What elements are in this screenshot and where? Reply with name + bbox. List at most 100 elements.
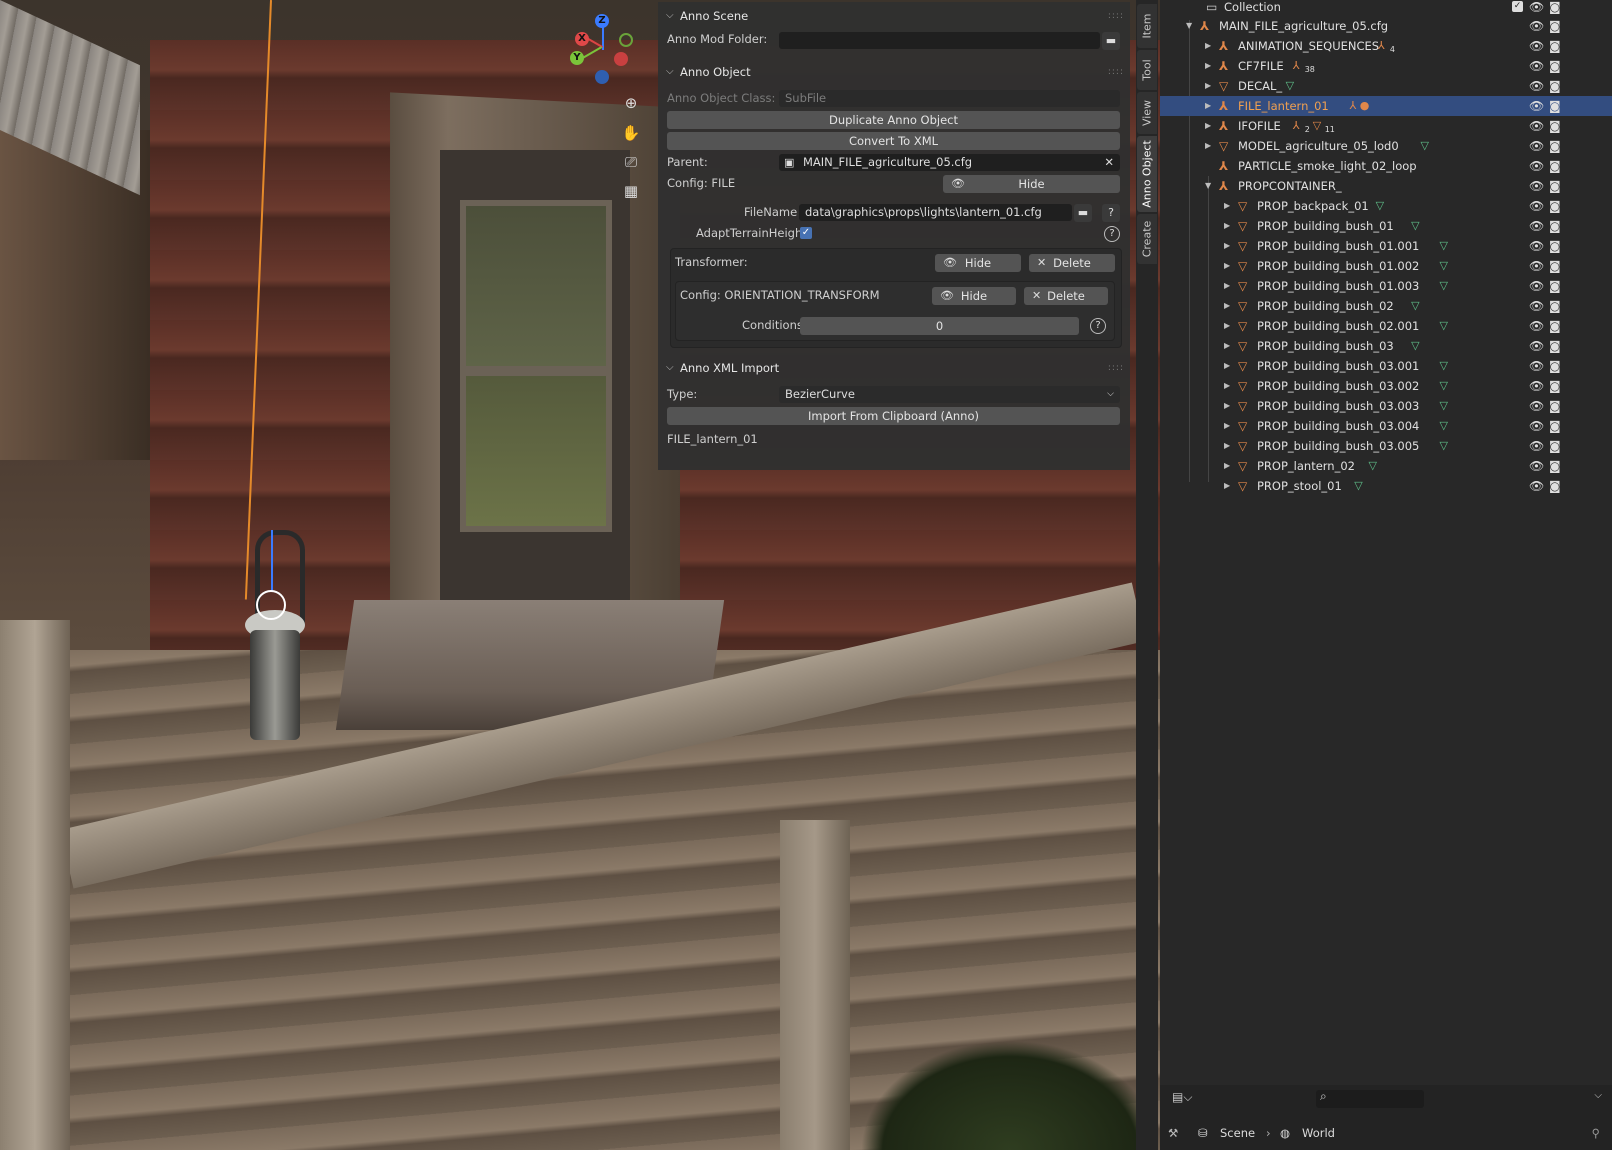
object-origin[interactable]	[256, 590, 286, 620]
outliner-row[interactable]: ▼ ⅄ MAIN_FILE_agriculture_05.cfg 👁 ◙	[1160, 16, 1612, 36]
properties-icon[interactable]: ⚒	[1168, 1123, 1178, 1143]
hand-pan-icon[interactable]: ✋	[620, 124, 642, 146]
outliner-row[interactable]: ▶ ▽ PROP_building_bush_03.002 ▽ 👁 ◙	[1160, 376, 1612, 396]
breadcrumb-scene[interactable]: Scene	[1220, 1123, 1255, 1143]
import-from-clipboard-button[interactable]: Import From Clipboard (Anno)	[667, 407, 1120, 425]
outliner-row[interactable]: ▶ ⅄ IFOFILE ⅄ 2 ▽ 11 👁 ◙	[1160, 116, 1612, 136]
expand-triangle-icon[interactable]: ▶	[1224, 416, 1230, 436]
outliner-row[interactable]: ▶ ▽ PROP_lantern_02 ▽ 👁 ◙	[1160, 456, 1612, 476]
camera-render-icon[interactable]: ◙	[1549, 276, 1561, 296]
outliner-row[interactable]: ▶ ▽ PROP_backpack_01 ▽ 👁 ◙	[1160, 196, 1612, 216]
eye-icon[interactable]: 👁	[1529, 76, 1544, 96]
type-dropdown[interactable]: BezierCurve ⌵	[779, 386, 1120, 403]
eye-icon[interactable]: 👁	[1529, 136, 1544, 156]
expand-triangle-icon[interactable]: ▶	[1224, 256, 1230, 276]
eye-icon[interactable]: 👁	[1529, 296, 1544, 316]
tab-view[interactable]: View	[1137, 92, 1157, 134]
camera-render-icon[interactable]: ◙	[1549, 376, 1561, 396]
expand-triangle-icon[interactable]: ▶	[1224, 336, 1230, 356]
outliner-row[interactable]: ▶ ▽ PROP_building_bush_01.003 ▽ 👁 ◙	[1160, 276, 1612, 296]
camera-render-icon[interactable]: ◙	[1549, 416, 1561, 436]
eye-icon[interactable]: 👁	[1529, 376, 1544, 396]
filename-input[interactable]: data\graphics\props\lights\lantern_01.cf…	[799, 204, 1072, 221]
gizmo-y-button[interactable]: Y	[570, 51, 584, 65]
eye-icon[interactable]: 👁	[1529, 256, 1544, 276]
lantern-object[interactable]	[230, 530, 320, 760]
outliner-row[interactable]: ▶ ▽ PROP_building_bush_03.003 ▽ 👁 ◙	[1160, 396, 1612, 416]
eye-icon[interactable]: 👁	[1529, 36, 1544, 56]
outliner-row[interactable]: ▶ ▽ PROP_building_bush_03.001 ▽ 👁 ◙	[1160, 356, 1612, 376]
outliner-collection-row[interactable]: ▭ Collection ✓ 👁 ◙	[1160, 0, 1612, 17]
anno-scene-header[interactable]: ⌵ Anno Scene ::::	[658, 4, 1130, 28]
conditions-field[interactable]: 0	[800, 317, 1079, 335]
expand-triangle-icon[interactable]: ▶	[1224, 396, 1230, 416]
expand-triangle-icon[interactable]: ▶	[1205, 136, 1211, 156]
tab-item[interactable]: Item	[1137, 4, 1157, 48]
eye-icon[interactable]: 👁	[1529, 116, 1544, 136]
outliner-row[interactable]: ▶ ▽ PROP_building_bush_01.001 ▽ 👁 ◙	[1160, 236, 1612, 256]
eye-icon[interactable]: 👁	[1529, 0, 1544, 17]
outliner-row[interactable]: ▶ ▽ PROP_stool_01 ▽ 👁 ◙	[1160, 476, 1612, 496]
search-input[interactable]	[1316, 1090, 1424, 1108]
eye-icon[interactable]: 👁	[1529, 456, 1544, 476]
exclude-checkbox[interactable]: ✓	[1512, 1, 1523, 12]
eye-icon[interactable]: 👁	[1529, 416, 1544, 436]
tab-tool[interactable]: Tool	[1137, 50, 1157, 90]
expand-triangle-icon[interactable]: ▶	[1205, 36, 1211, 56]
camera-render-icon[interactable]: ◙	[1549, 456, 1561, 476]
camera-render-icon[interactable]: ◙	[1549, 76, 1561, 96]
gizmo-x-button[interactable]: X	[575, 32, 589, 46]
outliner-row[interactable]: ▶ ▽ PROP_building_bush_02.001 ▽ 👁 ◙	[1160, 316, 1612, 336]
camera-render-icon[interactable]: ◙	[1549, 16, 1561, 36]
camera-render-icon[interactable]: ◙	[1549, 0, 1561, 17]
camera-render-icon[interactable]: ◙	[1549, 356, 1561, 376]
camera-render-icon[interactable]: ◙	[1549, 256, 1561, 276]
display-mode-icon[interactable]: ▤⌵	[1172, 1090, 1192, 1105]
clear-icon[interactable]: ✕	[1104, 154, 1114, 171]
eye-icon[interactable]: 👁	[1529, 56, 1544, 76]
parent-field[interactable]: ▣ MAIN_FILE_agriculture_05.cfg ✕	[779, 154, 1120, 171]
eye-icon[interactable]: 👁	[1529, 216, 1544, 236]
transformer-hide-button[interactable]: 👁 Hide	[935, 254, 1021, 272]
outliner-row[interactable]: ▶ ▽ PROP_building_bush_02 ▽ 👁 ◙	[1160, 296, 1612, 316]
camera-render-icon[interactable]: ◙	[1549, 336, 1561, 356]
expand-triangle-icon[interactable]: ▶	[1224, 376, 1230, 396]
anno-xml-import-header[interactable]: ⌵ Anno XML Import ::::	[658, 356, 1130, 380]
expand-triangle-icon[interactable]: ▶	[1224, 456, 1230, 476]
outliner-row[interactable]: ▶ ⅄ CF7FILE ⅄ 38 👁 ◙	[1160, 56, 1612, 76]
camera-render-icon[interactable]: ◙	[1549, 296, 1561, 316]
expand-triangle-icon[interactable]: ▶	[1224, 196, 1230, 216]
folder-icon[interactable]: ▬	[1102, 32, 1120, 50]
expand-triangle-icon[interactable]: ▶	[1224, 436, 1230, 456]
orientation-delete-button[interactable]: ✕ Delete	[1024, 287, 1108, 305]
folder-icon[interactable]: ▬	[1074, 204, 1092, 222]
expand-triangle-icon[interactable]: ▶	[1205, 56, 1211, 76]
outliner-row[interactable]: ▼ ⅄ PROPCONTAINER_ 👁 ◙	[1160, 176, 1612, 196]
camera-render-icon[interactable]: ◙	[1549, 236, 1561, 256]
outliner-row[interactable]: ▶ ▽ PROP_building_bush_03.005 ▽ 👁 ◙	[1160, 436, 1612, 456]
camera-render-icon[interactable]: ◙	[1549, 396, 1561, 416]
eye-icon[interactable]: 👁	[1529, 316, 1544, 336]
expand-triangle-icon[interactable]: ▶	[1224, 216, 1230, 236]
gizmo-neg-y-button[interactable]	[619, 33, 633, 47]
eye-icon[interactable]: 👁	[1529, 16, 1544, 36]
breadcrumb-world[interactable]: World	[1302, 1123, 1335, 1143]
outliner-row[interactable]: ▶ ▽ PROP_building_bush_01.002 ▽ 👁 ◙	[1160, 256, 1612, 276]
convert-to-xml-button[interactable]: Convert To XML	[667, 132, 1120, 150]
expand-triangle-icon[interactable]: ▶	[1224, 476, 1230, 496]
eye-icon[interactable]: 👁	[1529, 96, 1544, 116]
gizmo-neg-z-button[interactable]	[595, 70, 609, 84]
camera-render-icon[interactable]: ◙	[1549, 96, 1561, 116]
expand-triangle-icon[interactable]: ▶	[1224, 236, 1230, 256]
adapt-terrain-checkbox[interactable]: ✓	[800, 227, 812, 239]
camera-render-icon[interactable]: ◙	[1549, 216, 1561, 236]
tab-create[interactable]: Create	[1137, 214, 1157, 264]
filter-chevron-down-icon[interactable]: ⌵	[1594, 1090, 1602, 1101]
camera-render-icon[interactable]: ◙	[1549, 476, 1561, 496]
camera-icon[interactable]: ⎚	[620, 153, 642, 175]
camera-render-icon[interactable]: ◙	[1549, 176, 1561, 196]
grid-perspective-icon[interactable]: ▦	[620, 182, 642, 204]
expand-triangle-icon[interactable]: ▶	[1224, 356, 1230, 376]
eye-icon[interactable]: 👁	[1529, 476, 1544, 496]
transform-gizmo-z-axis[interactable]	[271, 530, 273, 592]
